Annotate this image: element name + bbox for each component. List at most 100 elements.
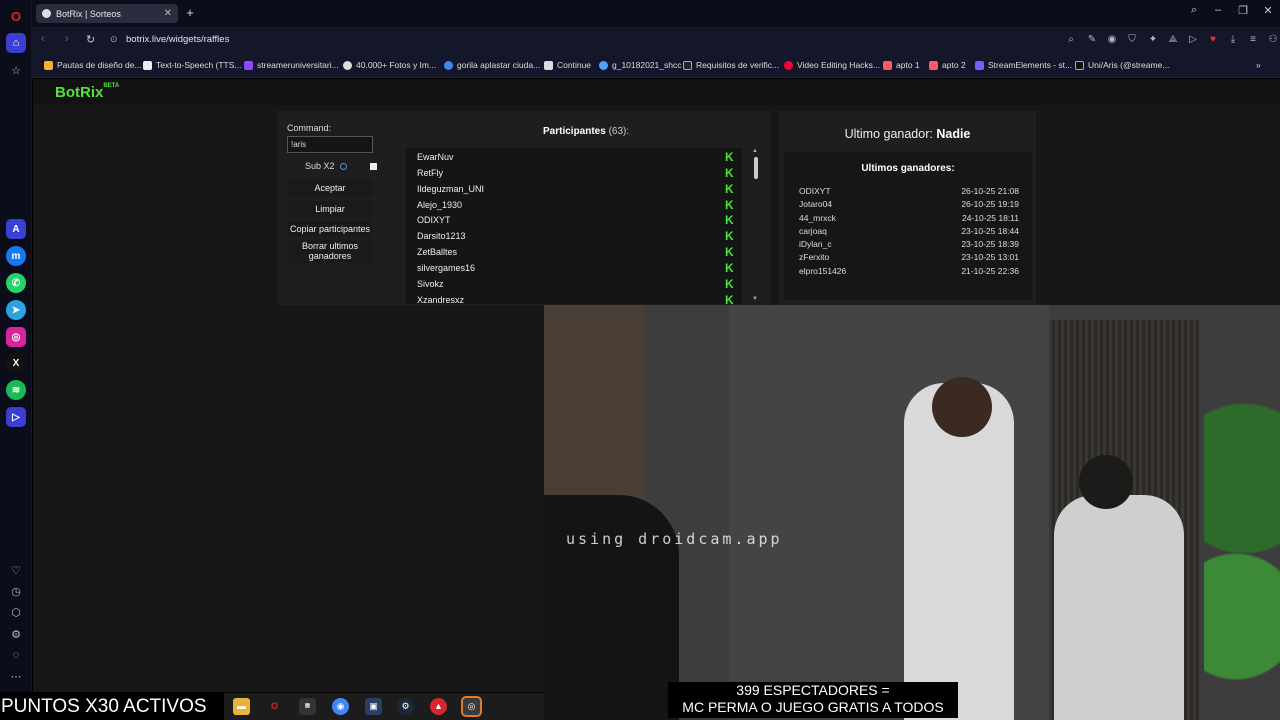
file-explorer-icon[interactable]: ▬ [233,698,250,715]
scroll-up-icon[interactable]: ▲ [752,148,758,154]
search-tabs-icon[interactable]: ⌕ [1185,4,1203,17]
bookmark-item[interactable]: Requisitos de verific... [683,60,779,70]
bookmark-item[interactable]: 40.000+ Fotos y Im... [343,60,436,70]
extension-icon[interactable]: ✦ [1146,33,1160,47]
heart-icon[interactable]: ♡ [6,560,26,580]
clear-button[interactable]: Limpiar [287,201,373,217]
bookmark-item[interactable]: Uni/Aris (@streame... [1075,60,1169,70]
scroll-down-icon[interactable]: ▼ [752,296,758,302]
history-icon[interactable]: ◷ [6,581,26,601]
shield-icon[interactable]: ⛉ [1125,33,1139,47]
tab-favicon-icon [42,9,51,18]
participants-count: (63): [608,126,630,137]
maximize-icon[interactable]: ❐ [1234,4,1252,17]
kick-icon: K [725,166,734,180]
beta-badge: BETA [103,83,120,89]
command-label: Command: [287,123,332,133]
list-item: ZetBalltes K [417,245,734,259]
address-bar: ‹ › ↻ ⊙ botrix.live/widgets/raffles ⌕ ✎ … [32,27,1280,54]
app-icon[interactable]: ▦ [299,698,316,715]
list-item: Ildeguzman_UNI K [417,182,734,196]
home-icon[interactable]: ⌂ [6,33,26,53]
more-icon[interactable]: ⋯ [6,666,26,686]
tab-title: BotRix | Sorteos [56,8,121,19]
reload-icon[interactable]: ↻ [86,33,95,46]
winner-row: 44_mrxck 24-10-25 18:11 [799,213,1019,223]
bookmark-item[interactable]: gorila aplastar ciuda... [444,60,540,70]
chrome-icon[interactable]: ◉ [332,698,349,715]
bookmark-item[interactable]: apto 1 [883,60,920,70]
participants-scrollbar[interactable]: ▲ ▼ [752,148,760,304]
lightbulb-icon[interactable]: ◌ [6,645,26,665]
opera-logo-icon[interactable]: O [6,6,26,26]
star-icon[interactable]: ☆ [6,60,26,80]
delete-winners-button[interactable]: Borrar ultimos ganadores [287,239,373,263]
x-icon[interactable]: X [6,353,26,373]
forward-icon[interactable]: › [65,33,69,45]
back-icon[interactable]: ‹ [41,33,45,45]
copy-participants-button[interactable]: Copiar participantes [287,221,373,237]
page-header: BotRixBETA [33,79,1280,105]
list-item: Xzandresxz K [417,293,734,304]
sub-x2-checkbox[interactable] [370,163,377,170]
profile-icon[interactable]: ⚇ [1266,33,1280,47]
bookmark-item[interactable]: g_10182021_shcc [599,60,681,70]
bookmark-item[interactable]: StreamElements - st... [975,60,1072,70]
kick-icon: K [725,229,734,243]
tab-botrix[interactable]: BotRix | Sorteos ✕ [36,4,178,23]
recent-winners-box: Ultimos ganadores: ODIXYT 26-10-25 21:08 … [784,152,1032,300]
new-tab-icon[interactable]: + [182,5,198,21]
download-icon[interactable]: ⤓ [1226,33,1240,47]
bookmark-item[interactable]: Video Editing Hacks... [784,60,880,70]
webcam-person-head [1079,455,1133,509]
close-tab-icon[interactable]: ✕ [164,8,172,19]
edit-icon[interactable]: ✎ [1085,33,1099,47]
webcam-foreground-person [544,495,679,720]
heart-icon[interactable]: ♥ [1206,33,1220,47]
bookmarks-overflow-icon[interactable]: » [1256,60,1261,70]
search-icon[interactable]: ⌕ [1064,33,1078,47]
player-icon[interactable]: ▷ [6,407,26,427]
bookmark-item[interactable]: Continue [544,60,591,70]
camera-icon[interactable]: ◉ [1105,33,1119,47]
app-red-icon[interactable]: ▲ [430,698,447,715]
whatsapp-icon[interactable]: ✆ [6,273,26,293]
url-field[interactable]: botrix.live/widgets/raffles [126,34,229,45]
bookmark-item[interactable]: Text-to-Speech (TTS... [143,60,242,70]
command-input[interactable]: !aris [287,136,373,153]
accept-button[interactable]: Aceptar [287,180,373,196]
kick-icon: K [725,150,734,164]
easy-setup-icon[interactable]: ≡ [1246,33,1260,47]
watch-icon[interactable] [1165,33,1179,47]
obs-icon[interactable]: ◎ [461,696,482,717]
telegram-icon[interactable]: ➤ [6,300,26,320]
list-item: silvergames16 K [417,261,734,275]
bookmark-item[interactable]: apto 2 [929,60,966,70]
participants-list[interactable]: EwarNuv K RetFly K Ildeguzman_UNI K Alejo_1… [406,148,742,304]
botrix-logo[interactable]: BotRixBETA [55,83,120,101]
info-icon[interactable] [340,163,347,170]
raffle-panel: Command: !aris Sub X2 Aceptar Limpiar Co… [278,111,770,305]
messenger-icon[interactable]: m [6,246,26,266]
scrollbar-thumb[interactable] [754,157,758,179]
player-triangle-icon[interactable]: ▷ [1186,33,1200,47]
spotify-icon[interactable]: ≋ [6,380,26,400]
winner-row: iDylan_c 23-10-25 18:39 [799,239,1019,249]
bookmark-item[interactable]: Pautas de diseño de... [44,60,142,70]
bookmark-item[interactable]: streameruniversitari... [244,60,339,70]
close-window-icon[interactable]: ✕ [1259,4,1277,17]
cube-icon[interactable]: ⬡ [6,602,26,622]
aria-icon[interactable]: A [6,219,26,239]
site-info-icon[interactable]: ⊙ [110,34,118,45]
bookmarks-bar: Pautas de diseño de... Text-to-Speech (T… [32,54,1280,78]
app-window-icon[interactable]: ▣ [365,698,382,715]
viewers-banner: 399 ESPECTADORES = MC PERMA O JUEGO GRAT… [668,682,958,718]
steam-icon[interactable]: ⚙ [397,698,414,715]
minimize-icon[interactable]: – [1209,4,1227,16]
list-item: Darsito1213 K [417,229,734,243]
settings-icon[interactable]: ⚙ [6,624,26,644]
webcam-person [1054,495,1184,720]
kick-icon: K [725,245,734,259]
instagram-icon[interactable]: ◎ [6,327,26,347]
opera-icon[interactable]: O [266,698,283,715]
